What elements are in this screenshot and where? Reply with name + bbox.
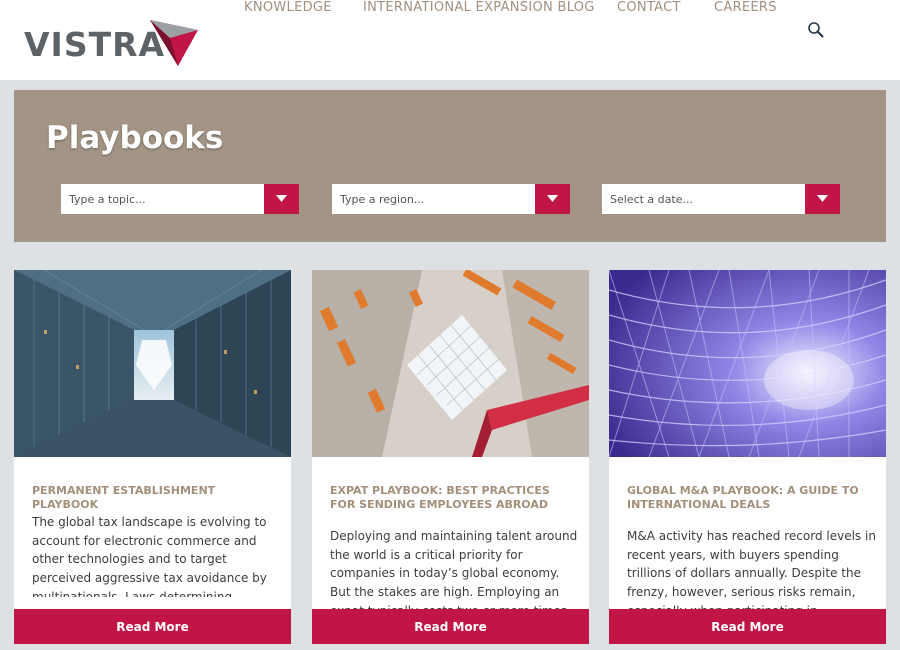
date-filter bbox=[602, 184, 840, 214]
site-header: VISTRA KNOWLEDGE INTERNATIONAL EXPANSION… bbox=[0, 0, 900, 80]
playbook-card: PERMANENT ESTABLISHMENT PLAYBOOK The glo… bbox=[14, 270, 291, 644]
card-image-lattice-roof[interactable] bbox=[609, 270, 886, 457]
card-image-skylight[interactable] bbox=[312, 270, 589, 457]
read-more-button[interactable]: Read More bbox=[609, 609, 886, 644]
topic-dropdown-button[interactable] bbox=[264, 184, 299, 214]
page-title: Playbooks bbox=[46, 120, 224, 156]
read-more-button[interactable]: Read More bbox=[14, 609, 291, 644]
read-more-button[interactable]: Read More bbox=[312, 609, 589, 644]
card-title[interactable]: EXPAT PLAYBOOK: BEST PRACTICES FOR SENDI… bbox=[330, 484, 570, 512]
card-excerpt: Deploying and maintaining talent around … bbox=[330, 529, 580, 611]
search-icon[interactable] bbox=[807, 21, 825, 39]
nav-international-expansion-blog[interactable]: INTERNATIONAL EXPANSION BLOG bbox=[363, 0, 595, 15]
date-input[interactable] bbox=[602, 184, 804, 214]
card-title[interactable]: PERMANENT ESTABLISHMENT PLAYBOOK bbox=[32, 484, 272, 512]
nav-contact[interactable]: CONTACT bbox=[617, 0, 681, 15]
card-excerpt: The global tax landscape is evolving to … bbox=[32, 515, 267, 597]
playbooks-hero: Playbooks bbox=[14, 90, 886, 242]
chevron-down-icon bbox=[276, 195, 287, 202]
topic-input[interactable] bbox=[61, 184, 263, 214]
chevron-down-icon bbox=[547, 195, 558, 202]
nav-careers[interactable]: CAREERS bbox=[714, 0, 777, 15]
chevron-down-icon bbox=[817, 195, 828, 202]
playbook-card: EXPAT PLAYBOOK: BEST PRACTICES FOR SENDI… bbox=[312, 270, 589, 644]
region-filter bbox=[332, 184, 570, 214]
date-dropdown-button[interactable] bbox=[805, 184, 840, 214]
region-input[interactable] bbox=[332, 184, 534, 214]
card-title[interactable]: GLOBAL M&A PLAYBOOK: A GUIDE TO INTERNAT… bbox=[627, 484, 867, 512]
vistra-logo[interactable]: VISTRA bbox=[24, 18, 204, 70]
region-dropdown-button[interactable] bbox=[535, 184, 570, 214]
logo-triangle-icon bbox=[150, 20, 198, 66]
logo-text: VISTRA bbox=[24, 24, 166, 64]
card-image-glass-towers[interactable] bbox=[14, 270, 291, 457]
playbook-card: GLOBAL M&A PLAYBOOK: A GUIDE TO INTERNAT… bbox=[609, 270, 886, 644]
nav-knowledge[interactable]: KNOWLEDGE bbox=[244, 0, 332, 15]
topic-filter bbox=[61, 184, 299, 214]
card-excerpt: M&A activity has reached record levels i… bbox=[627, 529, 876, 611]
